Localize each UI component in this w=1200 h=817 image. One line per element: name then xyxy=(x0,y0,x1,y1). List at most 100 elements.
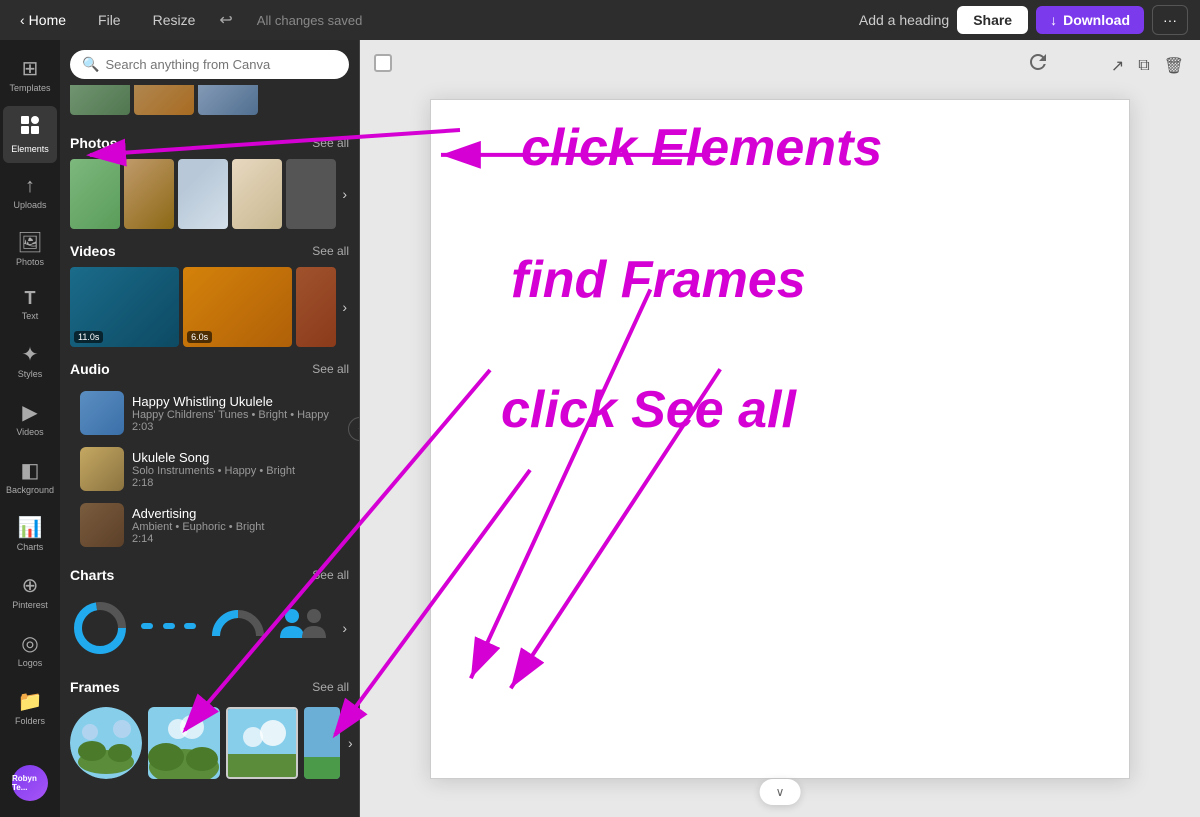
frame-circle[interactable] xyxy=(70,707,142,779)
sidebar-item-folders[interactable]: 📁 Folders xyxy=(3,681,57,735)
page-checkbox[interactable] xyxy=(374,54,392,72)
frames-grid: › xyxy=(70,703,349,783)
sidebar-item-text[interactable]: T Text xyxy=(3,280,57,330)
videos-section-title: Videos xyxy=(70,243,116,259)
audio-title: Advertising xyxy=(132,506,339,521)
video-item[interactable]: 11.0s xyxy=(70,267,179,347)
audio-list-item[interactable]: Happy Whistling Ukulele Happy Childrens'… xyxy=(70,385,349,441)
video-duration: 6.0s xyxy=(187,331,212,343)
charts-see-all[interactable]: See all xyxy=(312,568,349,582)
audio-thumbnail xyxy=(80,391,124,435)
chevron-left-icon: ‹ xyxy=(20,12,25,28)
sidebar-item-templates[interactable]: ⊞ Templates xyxy=(3,48,57,102)
frame-rect[interactable] xyxy=(226,707,298,779)
photo-item[interactable] xyxy=(232,159,282,229)
elements-icon xyxy=(19,114,41,142)
audio-info: Happy Whistling Ukulele Happy Childrens'… xyxy=(132,394,339,433)
sidebar-label-photos: Photos xyxy=(16,257,44,268)
annotation-click-elements: click Elements xyxy=(521,118,882,178)
pinterest-icon: ⊕ xyxy=(22,573,39,598)
audio-title: Happy Whistling Ukulele xyxy=(132,394,339,409)
more-options-button[interactable]: ··· xyxy=(1152,5,1188,35)
videos-next-arrow[interactable]: › xyxy=(340,267,349,347)
frames-next-arrow[interactable]: › xyxy=(346,735,355,751)
videos-section: Videos See all 11.0s 6.0s › xyxy=(60,233,359,351)
audio-list-item[interactable]: Ukulele Song Solo Instruments • Happy • … xyxy=(70,441,349,497)
download-button[interactable]: ↓ Download xyxy=(1036,6,1144,34)
audio-info: Advertising Ambient • Euphoric • Bright … xyxy=(132,506,339,545)
charts-icon: 📊 xyxy=(18,515,43,540)
search-input-wrap[interactable]: 🔍 xyxy=(70,50,349,79)
frame-partial[interactable] xyxy=(304,707,340,779)
audio-meta: Ambient • Euphoric • Bright xyxy=(132,521,339,533)
audio-list-item[interactable]: Advertising Ambient • Euphoric • Bright … xyxy=(70,497,349,553)
sidebar-label-styles: Styles xyxy=(18,369,43,380)
video-item[interactable]: 6.0s xyxy=(183,267,292,347)
audio-see-all[interactable]: See all xyxy=(312,362,349,376)
home-button[interactable]: ‹ Home xyxy=(12,8,74,32)
sidebar-label-logos: Logos xyxy=(18,658,43,669)
charts-section-header: Charts See all xyxy=(70,567,349,583)
chart-people[interactable] xyxy=(274,595,334,661)
duplicate-icon[interactable]: ⧉ xyxy=(1134,52,1153,80)
frame-landscape[interactable] xyxy=(148,707,220,779)
resize-button[interactable]: Resize xyxy=(145,8,204,32)
share-canvas-icon[interactable]: ↗ xyxy=(1107,52,1128,80)
share-button[interactable]: Share xyxy=(957,6,1028,34)
photos-next-arrow[interactable]: › xyxy=(340,159,349,229)
undo-icon[interactable]: ↩ xyxy=(219,10,232,30)
photo-item[interactable] xyxy=(124,159,174,229)
sidebar-item-photos[interactable]: 🖼 Photos xyxy=(3,222,57,276)
sidebar-item-logos[interactable]: ◎ Logos xyxy=(3,623,57,677)
video-item[interactable] xyxy=(296,267,336,347)
sidebar-item-styles[interactable]: ✦ Styles xyxy=(3,334,57,388)
search-input[interactable] xyxy=(105,57,337,72)
frames-section-title: Frames xyxy=(70,679,120,695)
topbar: ‹ Home File Resize ↩ All changes saved A… xyxy=(0,0,1200,40)
frames-see-all[interactable]: See all xyxy=(312,680,349,694)
photos-see-all[interactable]: See all xyxy=(312,136,349,150)
sidebar-label-templates: Templates xyxy=(9,83,50,94)
user-avatar[interactable]: Robyn Te... xyxy=(12,765,48,801)
sidebar-item-charts[interactable]: 📊 Charts xyxy=(3,507,57,561)
canvas-frame: click Elements find Frames click See all xyxy=(430,99,1130,779)
sidebar-label-videos: Videos xyxy=(16,427,43,438)
text-icon: T xyxy=(25,288,36,309)
chart-half-donut[interactable] xyxy=(208,595,268,661)
sidebar-item-uploads[interactable]: ↑ Uploads xyxy=(3,167,57,219)
chart-donut[interactable] xyxy=(70,595,130,661)
sidebar-label-text: Text xyxy=(22,311,39,322)
videos-icon: ▶ xyxy=(22,400,37,425)
sidebar-item-background[interactable]: ◧ Background xyxy=(3,450,57,504)
sidebar-item-pinterest[interactable]: ⊕ Pinterest xyxy=(3,565,57,619)
sidebar-item-elements[interactable]: Elements xyxy=(3,106,57,163)
frames-section: Frames See all xyxy=(60,669,359,787)
audio-section-header: Audio See all xyxy=(70,361,349,377)
videos-see-all[interactable]: See all xyxy=(312,244,349,258)
add-heading-button[interactable]: Add a heading xyxy=(859,12,949,28)
photo-item[interactable] xyxy=(70,159,120,229)
sidebar-label-charts: Charts xyxy=(17,542,44,553)
folders-icon: 📁 xyxy=(18,689,43,714)
templates-icon: ⊞ xyxy=(22,56,39,81)
file-button[interactable]: File xyxy=(90,8,129,32)
refresh-icon[interactable] xyxy=(1026,50,1050,79)
panel-content: Photos See all › Videos See all xyxy=(60,85,359,817)
chart-bar[interactable] xyxy=(136,595,202,661)
charts-next-arrow[interactable]: › xyxy=(340,620,349,636)
photo-item[interactable] xyxy=(286,159,336,229)
audio-meta: Solo Instruments • Happy • Bright xyxy=(132,465,339,477)
audio-meta: Happy Childrens' Tunes • Bright • Happy xyxy=(132,409,339,421)
download-icon: ↓ xyxy=(1050,12,1057,28)
photos-top-partial xyxy=(60,85,359,125)
photos-icon: 🖼 xyxy=(17,230,42,255)
topbar-right: Add a heading Share ↓ Download ··· xyxy=(859,5,1188,35)
photos-section-header: Photos See all xyxy=(70,135,349,151)
delete-icon[interactable]: 🗑 xyxy=(1160,52,1188,80)
videos-section-header: Videos See all xyxy=(70,243,349,259)
charts-section: Charts See all xyxy=(60,557,359,669)
audio-thumbnail xyxy=(80,447,124,491)
sidebar-item-videos[interactable]: ▶ Videos xyxy=(3,392,57,446)
charts-grid: › xyxy=(70,591,349,665)
photo-item[interactable] xyxy=(178,159,228,229)
